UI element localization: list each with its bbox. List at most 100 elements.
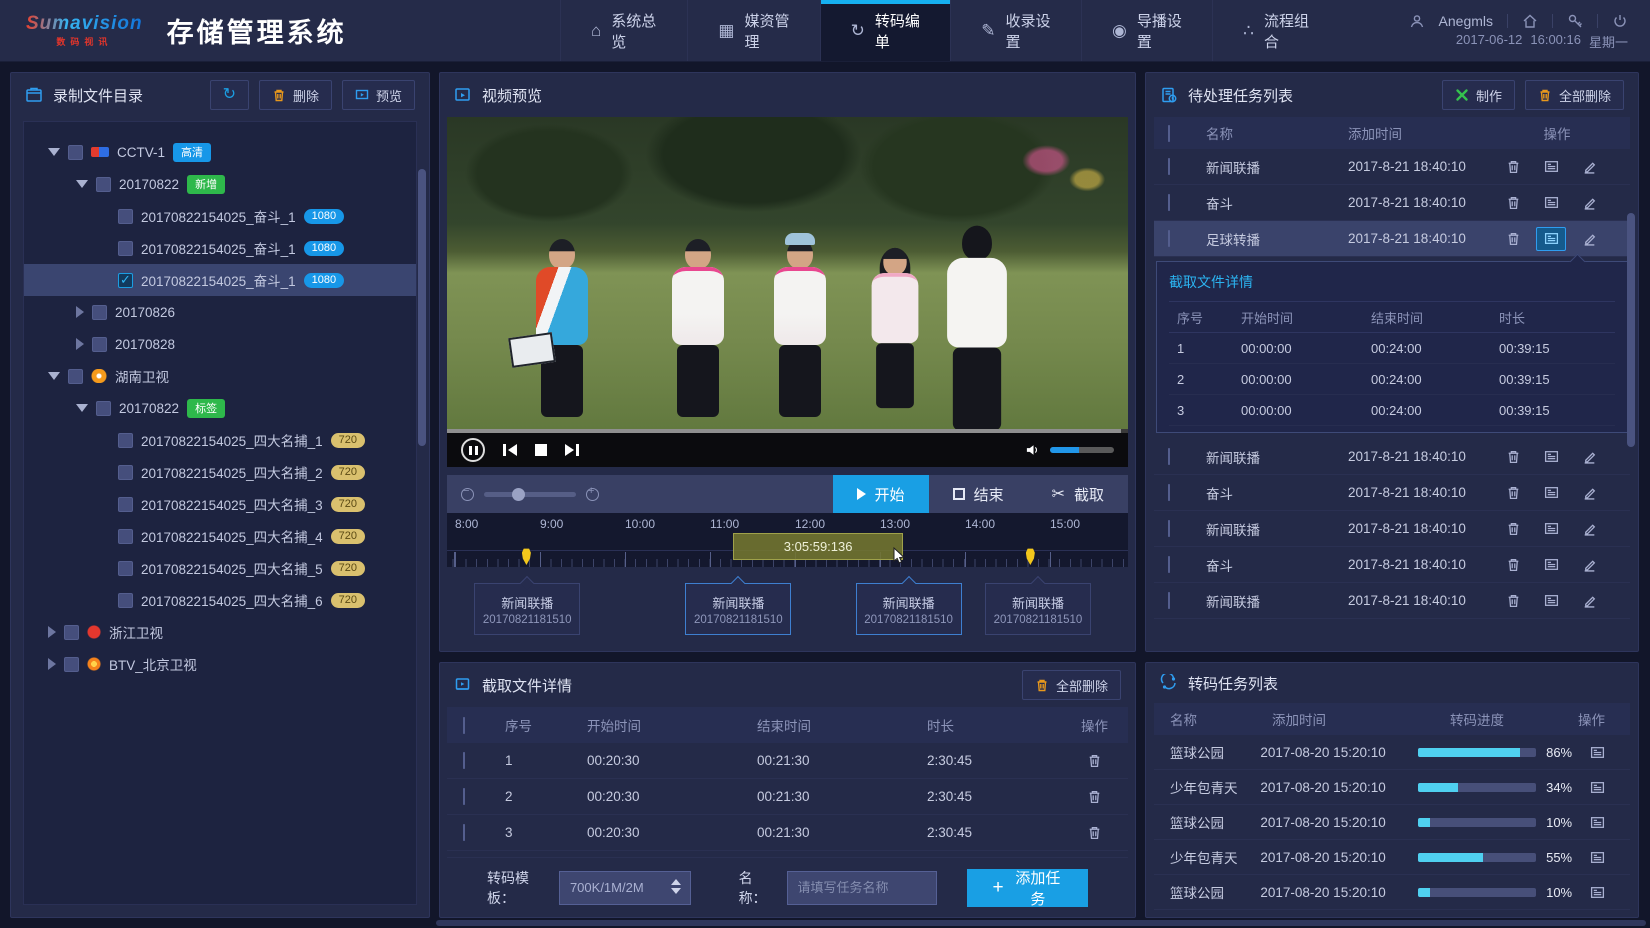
tree-item[interactable]: 20170822154025_奋斗_1 1080 xyxy=(24,200,416,232)
tree-checkbox[interactable] xyxy=(118,433,133,448)
tree-scrollbar-thumb[interactable] xyxy=(418,169,426,446)
detail-row-button[interactable] xyxy=(1536,155,1566,179)
tree-expander-icon[interactable] xyxy=(48,372,60,380)
row-checkbox[interactable] xyxy=(1168,158,1170,175)
tree-item[interactable]: 20170828 xyxy=(24,328,416,360)
tree-item[interactable]: 20170826 xyxy=(24,296,416,328)
detail-row-button[interactable] xyxy=(1536,191,1566,215)
pending-task-row[interactable]: 奋斗 2017-8-21 18:40:10 xyxy=(1154,475,1630,511)
delete-all-button[interactable]: 全部删除 xyxy=(1525,80,1624,110)
row-checkbox[interactable] xyxy=(1168,484,1170,501)
transcode-task-row[interactable]: 篮球公园 2017-08-20 15:20:10 86% xyxy=(1154,735,1630,770)
edit-row-button[interactable] xyxy=(1574,155,1604,179)
tree-checkbox[interactable] xyxy=(92,337,107,352)
edit-row-button[interactable] xyxy=(1574,589,1604,613)
timeline-selection[interactable]: 3:05:59:136 xyxy=(733,533,903,560)
tree-expander-icon[interactable] xyxy=(76,338,84,350)
nav-item[interactable]: 导播设置 xyxy=(1081,0,1212,61)
tree-expander-icon[interactable] xyxy=(48,658,56,670)
pending-task-row[interactable]: 足球转播 2017-8-21 18:40:10 xyxy=(1154,221,1630,257)
volume-icon[interactable] xyxy=(1025,443,1042,457)
detail-row-button[interactable] xyxy=(1582,810,1612,834)
tree-item[interactable]: 20170822 新增 xyxy=(24,168,416,200)
pending-scrollbar-thumb[interactable] xyxy=(1627,213,1635,447)
transcode-task-row[interactable]: 篮球公园 2017-08-20 15:20:10 10% xyxy=(1154,805,1630,840)
row-checkbox[interactable] xyxy=(1168,230,1170,247)
detail-row-button[interactable] xyxy=(1582,775,1612,799)
stop-button[interactable] xyxy=(535,444,547,456)
pending-task-row[interactable]: 奋斗 2017-8-21 18:40:10 xyxy=(1154,185,1630,221)
row-checkbox[interactable] xyxy=(1168,556,1170,573)
tree-expander-icon[interactable] xyxy=(48,148,60,156)
nav-item[interactable]: 媒资管理 xyxy=(687,0,819,61)
zoom-out-icon[interactable] xyxy=(461,488,474,501)
transcode-task-row[interactable]: 少年包青天 2017-08-20 15:20:10 34% xyxy=(1154,770,1630,805)
row-checkbox[interactable] xyxy=(463,788,465,805)
edit-row-button[interactable] xyxy=(1574,517,1604,541)
template-select[interactable]: 700K/1M/2M xyxy=(559,871,691,905)
program-label-box[interactable]: 新闻联播 20170821181510 xyxy=(474,583,580,635)
detail-row-button[interactable] xyxy=(1582,845,1612,869)
timeline-zoom-slider[interactable] xyxy=(484,492,576,497)
tree-checkbox[interactable] xyxy=(68,369,83,384)
detail-row-button[interactable] xyxy=(1536,227,1566,251)
start-button[interactable]: 开始 xyxy=(833,475,929,513)
delete-row-button[interactable] xyxy=(1080,785,1110,809)
pending-task-row[interactable]: 新闻联播 2017-8-21 18:40:10 xyxy=(1154,149,1630,185)
program-label-box[interactable]: 新闻联播 20170821181510 xyxy=(856,583,962,635)
tree-checkbox[interactable] xyxy=(118,241,133,256)
tree-item[interactable]: BTV_北京卫视 xyxy=(24,648,416,680)
transcode-task-row[interactable]: 篮球公园 2017-08-20 15:20:10 10% xyxy=(1154,875,1630,910)
tree-checkbox[interactable] xyxy=(96,177,111,192)
nav-item[interactable]: 转码编单 xyxy=(820,0,951,61)
tree-checkbox[interactable] xyxy=(118,529,133,544)
make-button[interactable]: 制作 xyxy=(1442,80,1515,110)
detail-row-button[interactable] xyxy=(1536,517,1566,541)
delete-row-button[interactable] xyxy=(1080,749,1110,773)
capture-row[interactable]: 2 00:20:30 00:21:30 2:30:45 xyxy=(447,779,1128,815)
tree-expander-icon[interactable] xyxy=(76,306,84,318)
pending-task-row[interactable]: 新闻联播 2017-8-21 18:40:10 xyxy=(1154,583,1630,619)
key-icon[interactable] xyxy=(1567,13,1583,29)
delete-row-button[interactable] xyxy=(1498,227,1528,251)
detail-row-button[interactable] xyxy=(1536,589,1566,613)
home-icon[interactable] xyxy=(1522,13,1538,29)
select-all-checkbox[interactable] xyxy=(1168,125,1170,142)
edit-row-button[interactable] xyxy=(1574,227,1604,251)
tree-expander-icon[interactable] xyxy=(76,180,88,188)
pending-task-row[interactable]: 新闻联播 2017-8-21 18:40:10 xyxy=(1154,511,1630,547)
tree-item[interactable]: 20170822154025_四大名捕_4 720 xyxy=(24,520,416,552)
tree-checkbox[interactable] xyxy=(118,593,133,608)
delete-row-button[interactable] xyxy=(1498,553,1528,577)
timeline[interactable]: 8:009:0010:0011:0012:0013:0014:0015:00 3… xyxy=(447,513,1128,567)
delete-row-button[interactable] xyxy=(1498,589,1528,613)
tree-checkbox[interactable] xyxy=(92,305,107,320)
row-checkbox[interactable] xyxy=(1168,520,1170,537)
cut-button[interactable]: ✂截取 xyxy=(1028,475,1128,513)
tree-checkbox[interactable] xyxy=(64,625,79,640)
horizontal-scrollbar[interactable] xyxy=(436,920,1646,926)
program-label-box[interactable]: 新闻联播 20170821181510 xyxy=(985,583,1091,635)
next-button[interactable] xyxy=(565,444,579,456)
edit-row-button[interactable] xyxy=(1574,481,1604,505)
preview-button[interactable]: 预览 xyxy=(342,80,415,110)
tree-checkbox[interactable] xyxy=(96,401,111,416)
select-all-checkbox[interactable] xyxy=(463,717,465,734)
tree-item[interactable]: 20170822154025_四大名捕_6 720 xyxy=(24,584,416,616)
tree-checkbox[interactable] xyxy=(68,145,83,160)
tree-checkbox[interactable] xyxy=(118,273,133,288)
capture-row[interactable]: 1 00:20:30 00:21:30 2:30:45 xyxy=(447,743,1128,779)
refresh-button[interactable]: ↻ xyxy=(210,80,249,110)
program-label-box[interactable]: 新闻联播 20170821181510 xyxy=(685,583,791,635)
row-checkbox[interactable] xyxy=(1168,592,1170,609)
tree-item[interactable]: 20170822154025_奋斗_1 1080 xyxy=(24,264,416,296)
tree-expander-icon[interactable] xyxy=(76,404,88,412)
pause-button[interactable] xyxy=(461,438,485,462)
delete-row-button[interactable] xyxy=(1498,481,1528,505)
detail-row-button[interactable] xyxy=(1536,445,1566,469)
delete-all-button[interactable]: 全部删除 xyxy=(1022,670,1121,700)
nav-item[interactable]: 收录设置 xyxy=(950,0,1081,61)
tree-item[interactable]: CCTV-1 高清 xyxy=(24,136,416,168)
detail-row-button[interactable] xyxy=(1536,553,1566,577)
tree-checkbox[interactable] xyxy=(118,561,133,576)
